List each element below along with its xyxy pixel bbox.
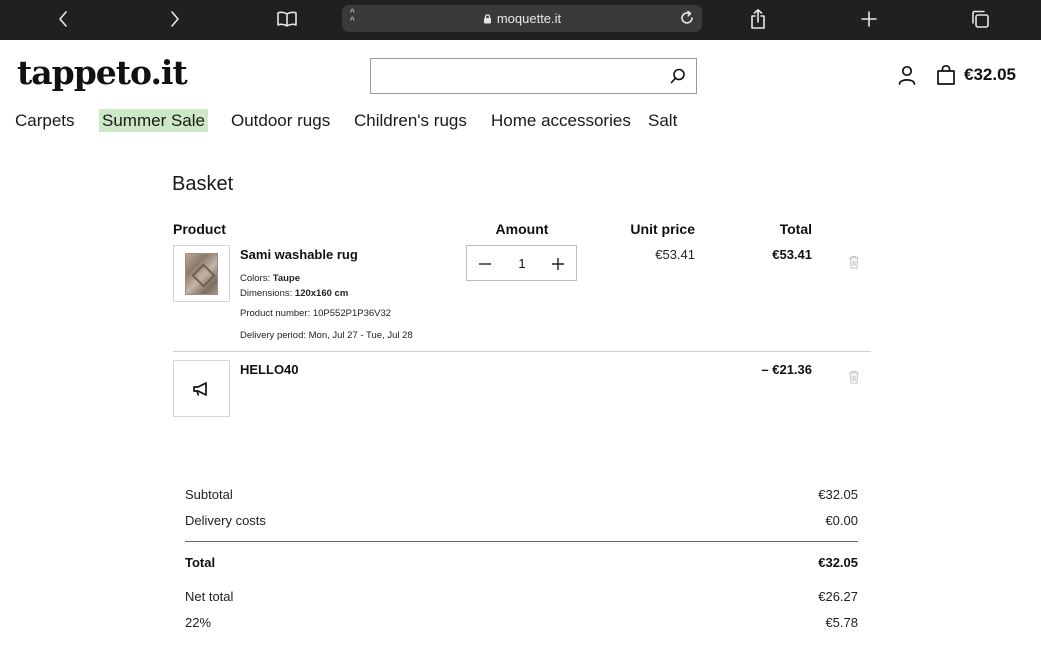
column-header-amount: Amount [495, 221, 549, 237]
unit-price: €53.41 [655, 247, 695, 262]
subtotal-label: Subtotal [185, 487, 233, 502]
book-icon [277, 11, 297, 27]
forward-button[interactable] [164, 0, 186, 38]
coupon-code: HELLO40 [240, 362, 299, 377]
url-display[interactable]: moquette.it [342, 11, 702, 26]
main-navigation: Carpets Summer Sale Outdoor rugs Childre… [0, 109, 1041, 133]
address-bar[interactable]: ^ ^ moquette.it [342, 5, 702, 32]
nav-item-carpets[interactable]: Carpets [12, 109, 78, 132]
product-dimensions-value: 120x160 cm [294, 288, 349, 299]
product-dimensions: Dimensions: 120x160 cm [240, 288, 348, 299]
url-text: moquette.it [496, 11, 562, 26]
total-label: Total [185, 555, 216, 570]
row-divider [173, 351, 871, 352]
chevron-right-icon [171, 11, 179, 27]
bookmarks-button[interactable] [274, 0, 300, 38]
delivery-period: Delivery period: Mon, Jul 27 - Tue, Jul … [240, 330, 413, 341]
nav-item-summer-sale[interactable]: Summer Sale [99, 109, 208, 132]
plus-icon [861, 11, 877, 27]
delivery-costs-value: €0.00 [825, 513, 858, 528]
rug-image [185, 253, 218, 295]
browser-toolbar: ^ ^ moquette.it [0, 0, 1041, 40]
search-box [370, 58, 697, 94]
chevron-left-icon [59, 11, 67, 27]
column-header-product: Product [173, 221, 226, 237]
page-title: Basket [172, 173, 234, 195]
product-name[interactable]: Sami washable rug [240, 247, 358, 262]
line-total: €53.41 [772, 247, 812, 262]
quantity-value[interactable]: 1 [507, 256, 537, 271]
column-header-unit-price: Unit price [630, 221, 695, 237]
user-icon[interactable] [897, 64, 917, 86]
quantity-stepper: 1 [466, 245, 577, 281]
product-colors-value: Taupe [272, 273, 301, 284]
trash-icon[interactable] [846, 369, 862, 385]
coupon-thumbnail [173, 360, 230, 417]
product-colors-label: Colors: [240, 273, 271, 284]
net-total-value: €26.27 [818, 589, 858, 604]
minus-icon[interactable] [476, 255, 494, 273]
trash-icon[interactable] [846, 254, 862, 270]
reload-icon[interactable] [678, 9, 696, 27]
subtotal-value: €32.05 [818, 487, 858, 502]
net-total-label: Net total [185, 589, 234, 604]
share-button[interactable] [746, 0, 770, 38]
tabs-button[interactable] [969, 0, 991, 38]
back-button[interactable] [52, 0, 74, 38]
product-thumbnail[interactable] [173, 245, 230, 302]
shopping-bag-icon[interactable] [935, 63, 957, 87]
megaphone-icon [193, 382, 207, 396]
share-icon [751, 9, 765, 29]
site-logo[interactable]: tappeto.it [17, 53, 188, 92]
delivery-costs-label: Delivery costs [185, 513, 266, 528]
nav-item-home-accessories[interactable]: Home accessories [488, 109, 634, 132]
tabs-icon [972, 10, 989, 28]
total-value: €32.05 [818, 555, 858, 570]
vat-label: 22% [185, 615, 212, 630]
column-header-total: Total [779, 221, 812, 237]
nav-item-salt[interactable]: Salt [645, 109, 680, 132]
cart-total[interactable]: €32.05 [964, 65, 1016, 85]
search-input[interactable] [371, 59, 661, 93]
vat-value: €5.78 [825, 615, 858, 630]
coupon-discount: – €21.36 [761, 362, 812, 377]
new-tab-button[interactable] [858, 0, 880, 38]
lock-icon [483, 14, 491, 24]
product-number: Product number: 10P552P1P36V32 [240, 308, 392, 319]
nav-item-outdoor-rugs[interactable]: Outdoor rugs [228, 109, 333, 132]
product-colors: Colors: Taupe [240, 273, 300, 284]
search-icon[interactable] [669, 67, 687, 85]
summary-divider [185, 541, 858, 542]
product-dimensions-label: Dimensions: [240, 288, 293, 299]
plus-icon[interactable] [549, 255, 567, 273]
nav-item-childrens-rugs[interactable]: Children's rugs [351, 109, 470, 132]
